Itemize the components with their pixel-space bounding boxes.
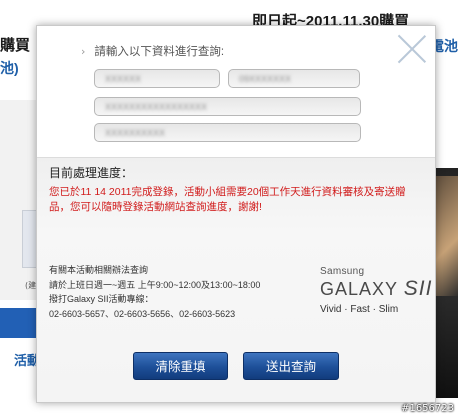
status-message: 您已於11 14 2011完成登錄，活動小組需要20個工作天進行資料審核及寄送贈…	[49, 186, 406, 213]
email-field[interactable]: XXXXXXXXXXXXXXXXX	[94, 97, 361, 116]
email-field-value: XXXXXXXXXXXXXXXXX	[105, 102, 208, 112]
name-field-value: XXXXXX	[105, 74, 142, 84]
left-small-text: (建	[25, 281, 37, 290]
contact-info: 有關本活動相關辦法查詢 請於上班日週一~週五 上午9:00~12:00及13:0…	[49, 263, 309, 321]
contact-line: 撥打Galaxy SII活動專線：	[49, 294, 154, 304]
status-heading: 目前處理進度：	[49, 166, 134, 180]
form-title: 請輸入以下資料進行查詢:	[94, 46, 225, 58]
close-icon[interactable]	[395, 32, 429, 66]
form-title-row: › 請輸入以下資料進行查詢:	[81, 43, 224, 59]
phone-field[interactable]: 09XXXXXXX	[228, 69, 360, 88]
samsung-text: Samsung	[320, 266, 365, 277]
brand-tagline: Vivid · Fast · Slim	[320, 304, 399, 315]
reset-button[interactable]: 清除重填	[133, 352, 228, 380]
name-field[interactable]: XXXXXX	[94, 69, 220, 88]
submit-button[interactable]: 送出查詢	[243, 352, 339, 380]
left-panel	[0, 100, 36, 300]
model-text: SII	[403, 277, 433, 300]
galaxy-wordmark: GALAXY SII	[320, 277, 431, 301]
serial-field-value: XXXXXXXXXX	[105, 128, 166, 138]
galaxy-logo: Samsung GALAXY SII Vivid · Fast · Slim	[320, 266, 431, 315]
galaxy-text: GALAXY	[320, 279, 398, 299]
contact-hours: 請於上班日週一~週五 上午9:00~12:00及13:00~18:00	[49, 279, 261, 290]
serial-field[interactable]: XXXXXXXXXX	[94, 123, 361, 142]
contact-phones: 02-6603-5657、02-6603-5656、02-6603-5623	[49, 308, 236, 319]
watermark: #1656723	[401, 403, 454, 414]
left-promo-subtitle: 池)	[0, 60, 19, 76]
phone-field-value: 09XXXXXXX	[239, 74, 292, 84]
status-section: 目前處理進度： 您已於11 14 2011完成登錄，活動小組需要20個工作天進行…	[37, 157, 435, 402]
query-dialog: › 請輸入以下資料進行查詢: XXXXXX 09XXXXXXX XXXXXXXX…	[36, 25, 436, 403]
chevron-right-icon: ›	[81, 44, 86, 58]
left-promo-title: 購買	[0, 37, 31, 54]
left-blue-button[interactable]	[0, 308, 36, 338]
contact-line: 有關本活動相關辦法查詢	[49, 265, 149, 275]
